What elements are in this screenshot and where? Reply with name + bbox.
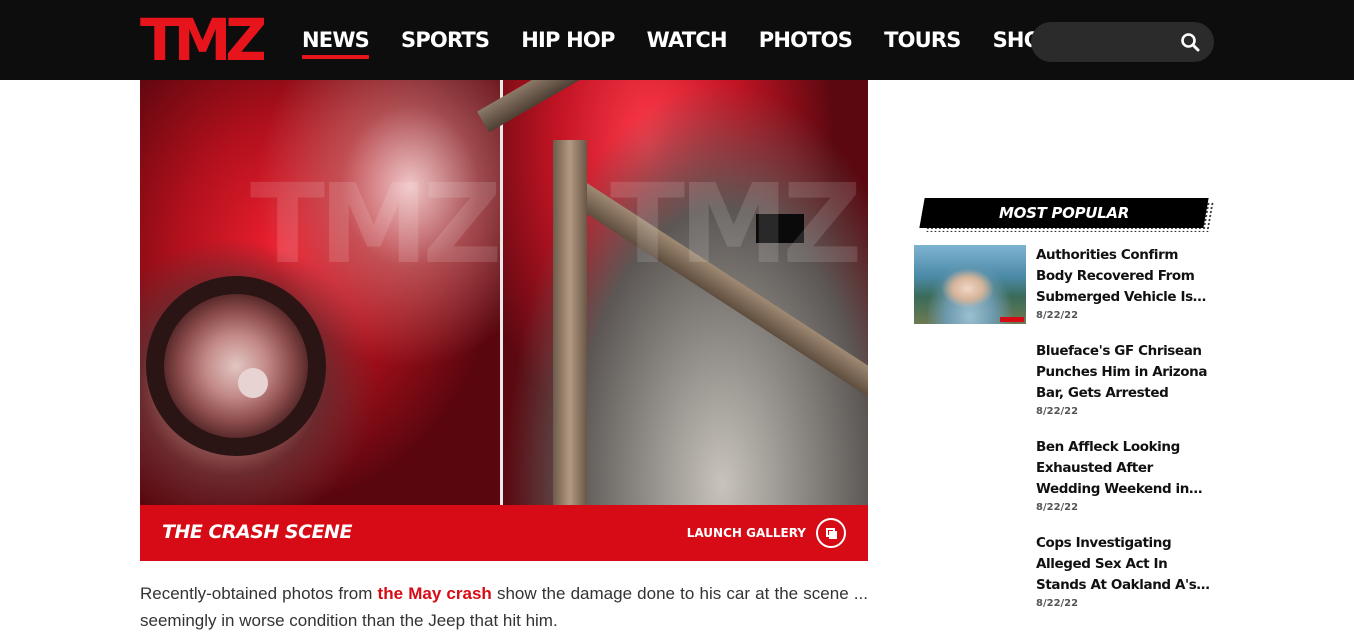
search-icon[interactable] xyxy=(1180,32,1200,52)
photo-watermark: TMZ xyxy=(250,160,502,288)
article-thumbnail[interactable] xyxy=(914,245,1026,324)
list-item-title[interactable]: Blueface's GF Chrisean Punches Him in Ar… xyxy=(1036,341,1214,404)
launch-gallery-label: LAUNCH GALLERY xyxy=(686,526,806,540)
photo-watermark: TMZ xyxy=(610,160,862,288)
photo-left-panel xyxy=(140,80,500,505)
crash-photo[interactable]: TMZ TMZ xyxy=(140,80,868,505)
list-item-title[interactable]: Cops Investigating Alleged Sex Act In St… xyxy=(1036,533,1214,596)
list-item-date: 8/22/22 xyxy=(1036,406,1079,417)
article-link[interactable]: the May crash xyxy=(378,584,492,603)
gallery-caption-title: THE CRASH SCENE xyxy=(162,521,352,543)
list-item-date: 8/22/22 xyxy=(1036,502,1079,513)
most-popular-list: Authorities Confirm Body Recovered From … xyxy=(914,245,1214,629)
photo-right-panel xyxy=(477,80,868,505)
tmz-logo[interactable]: TMZ xyxy=(140,12,264,66)
wheel-hub xyxy=(238,368,268,398)
list-item-date: 8/22/22 xyxy=(1036,598,1079,609)
nav-tours[interactable]: TOURS xyxy=(884,28,961,52)
thumbnail-tag xyxy=(1000,317,1024,322)
fence-post xyxy=(553,140,587,505)
nav-photos[interactable]: PHOTOS xyxy=(759,28,853,52)
logo-text: TMZ xyxy=(140,12,264,66)
car-wheel xyxy=(146,276,326,456)
nav-sports[interactable]: SPORTS xyxy=(401,28,490,52)
list-item-date: 8/22/22 xyxy=(1036,310,1079,321)
nav-hip-hop[interactable]: HIP HOP xyxy=(521,28,615,52)
nav-watch[interactable]: WATCH xyxy=(647,28,728,52)
most-popular-header: MOST POPULAR xyxy=(919,198,1215,232)
list-item-title[interactable]: Authorities Confirm Body Recovered From … xyxy=(1036,245,1214,308)
most-popular-heading: MOST POPULAR xyxy=(999,204,1129,222)
list-item-title[interactable]: Ben Affleck Looking Exhausted After Wedd… xyxy=(1036,437,1214,500)
list-item[interactable]: Blueface's GF Chrisean Punches Him in Ar… xyxy=(914,341,1214,437)
gallery-caption-bar: THE CRASH SCENE LAUNCH GALLERY xyxy=(140,505,868,561)
launch-gallery-button[interactable]: LAUNCH GALLERY xyxy=(687,517,846,549)
main-nav: NEWS SPORTS HIP HOP WATCH PHOTOS TOURS S… xyxy=(302,0,1087,80)
search-input[interactable] xyxy=(1045,30,1175,54)
gallery-icon xyxy=(816,518,846,548)
gallery-icon-front xyxy=(829,531,837,539)
watermark-text: TMZ xyxy=(610,160,862,288)
list-item[interactable]: Authorities Confirm Body Recovered From … xyxy=(914,245,1214,341)
list-item[interactable]: Ben Affleck Looking Exhausted After Wedd… xyxy=(914,437,1214,533)
search-box xyxy=(1031,22,1214,62)
article-paragraph: Recently-obtained photos from the May cr… xyxy=(140,580,868,634)
fence-rail xyxy=(477,80,767,133)
nav-news[interactable]: NEWS xyxy=(302,28,370,59)
watermark-text: TMZ xyxy=(250,160,502,288)
list-item[interactable]: Cops Investigating Alleged Sex Act In St… xyxy=(914,533,1214,629)
site-header: TMZ NEWS SPORTS HIP HOP WATCH PHOTOS TOU… xyxy=(0,0,1354,80)
article-text-before: Recently-obtained photos from xyxy=(140,584,378,603)
